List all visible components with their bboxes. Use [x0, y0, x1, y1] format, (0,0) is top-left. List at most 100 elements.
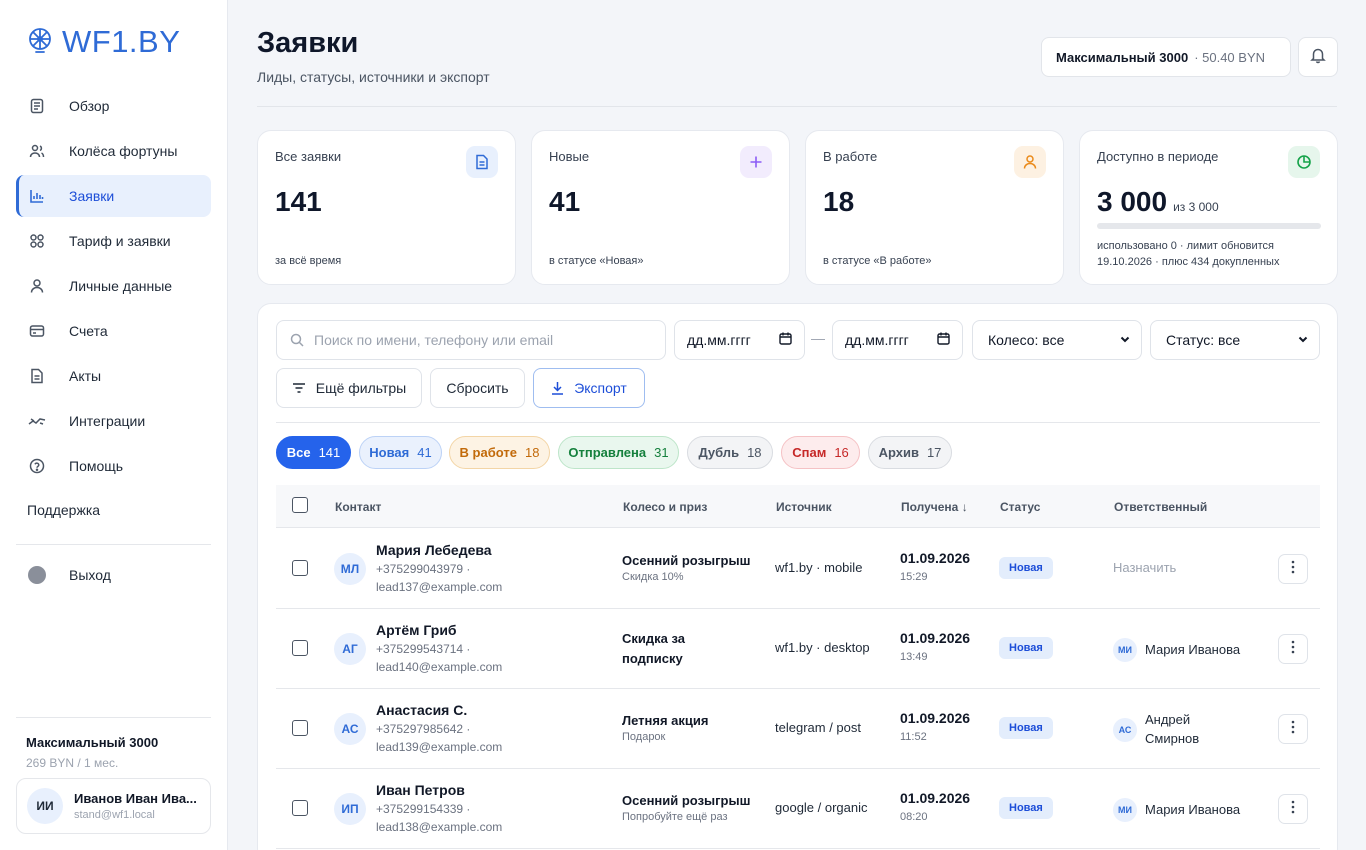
plus-icon [740, 146, 772, 178]
column-header-received[interactable]: Получена ↓ [901, 500, 968, 514]
wheel-name: Осенний розыгрыш [622, 553, 751, 568]
sidebar-item-help[interactable]: Помощь [16, 445, 211, 487]
column-header-contact[interactable]: Контакт [335, 500, 381, 514]
column-header-responsible[interactable]: Ответственный [1114, 500, 1207, 514]
sidebar-item-profile[interactable]: Личные данные [16, 265, 211, 307]
plan-pill[interactable]: Максимальный 3000 · 50.40 BYN [1041, 37, 1291, 77]
more-filters-label: Ещё фильтры [315, 380, 407, 396]
sidebar: WF1.BY Обзор Колёса фортуны Заявки Тариф… [0, 0, 228, 850]
more-vertical-icon [1291, 640, 1295, 659]
chip-in-progress[interactable]: В работе 18 [449, 436, 550, 469]
received-time: 11:52 [900, 731, 927, 743]
chip-label: Все [286, 445, 311, 460]
status-badge[interactable]: Новая [999, 557, 1053, 579]
received-time: 08:20 [900, 811, 928, 823]
stat-value: 141 [275, 186, 322, 217]
search-input[interactable]: Поиск по имени, телефону или email [276, 320, 666, 360]
export-button[interactable]: Экспорт [533, 368, 645, 408]
notifications-button[interactable] [1298, 37, 1338, 77]
chip-sent[interactable]: Отправлена 31 [558, 436, 679, 469]
table-row[interactable]: ИП Иван Петров +375299154339 · lead138@e… [276, 769, 1320, 849]
chip-all[interactable]: Все 141 [276, 436, 351, 469]
contact-name[interactable]: Иван Петров [376, 782, 465, 798]
sidebar-divider [16, 717, 211, 718]
status-badge[interactable]: Новая [999, 717, 1053, 739]
row-checkbox[interactable] [292, 720, 308, 736]
column-header-source[interactable]: Источник [776, 500, 832, 514]
date-range-dash: — [811, 330, 825, 346]
page-title: Заявки [257, 27, 359, 59]
more-filters-button[interactable]: Ещё фильтры [276, 368, 422, 408]
sidebar-item-overview[interactable]: Обзор [16, 85, 211, 127]
status-badge[interactable]: Новая [999, 797, 1053, 819]
table-row[interactable]: АГ Артём Гриб +375299543714 · lead140@ex… [276, 609, 1320, 689]
chip-count: 16 [834, 445, 849, 460]
avatar: АС [334, 713, 366, 745]
responsible-name[interactable]: Мария Иванова [1145, 640, 1255, 659]
row-menu-button[interactable] [1278, 794, 1308, 824]
date-from-input[interactable]: дд.мм.гггг [674, 320, 805, 360]
document-list-icon [28, 97, 46, 115]
sidebar-item-wheels[interactable]: Колёса фортуны [16, 130, 211, 172]
row-menu-button[interactable] [1278, 634, 1308, 664]
row-checkbox[interactable] [292, 560, 308, 576]
table-row[interactable]: АС Анастасия С. +375297985642 · lead139@… [276, 689, 1320, 769]
date-to-input[interactable]: дд.мм.гггг [832, 320, 963, 360]
sidebar-item-tariff[interactable]: Тариф и заявки [16, 220, 211, 262]
user-card[interactable]: ИИ Иванов Иван Ива... stand@wf1.local [16, 778, 211, 834]
row-menu-button[interactable] [1278, 714, 1308, 744]
quota-progress-bar [1097, 223, 1321, 229]
status-badge[interactable]: Новая [999, 637, 1053, 659]
chip-archive[interactable]: Архив 17 [868, 436, 952, 469]
sidebar-item-leads[interactable]: Заявки [16, 175, 211, 217]
column-header-wheel[interactable]: Колесо и приз [623, 500, 707, 514]
contact-name[interactable]: Анастасия С. [376, 702, 467, 718]
file-icon [28, 367, 46, 385]
wheel-select[interactable]: Колесо: все [972, 320, 1142, 360]
responsible-name[interactable]: Андрей Смирнов [1145, 710, 1215, 748]
lead-source: telegram / post [775, 720, 861, 735]
avatar: АГ [334, 633, 366, 665]
date-from-value: дд.мм.гггг [687, 332, 751, 348]
bell-icon [1309, 46, 1327, 69]
users-icon [28, 142, 46, 160]
chip-new[interactable]: Новая 41 [359, 436, 442, 469]
row-menu-button[interactable] [1278, 554, 1308, 584]
logo[interactable]: WF1.BY [26, 24, 180, 60]
table-header: Контакт Колесо и приз Источник Получена … [276, 485, 1320, 528]
chip-spam[interactable]: Спам 16 [781, 436, 860, 469]
contact-name[interactable]: Артём Гриб [376, 622, 457, 638]
contact-email: lead137@example.com [376, 580, 503, 594]
sidebar-item-acts[interactable]: Акты [16, 355, 211, 397]
row-checkbox[interactable] [292, 800, 308, 816]
contact-name[interactable]: Мария Лебедева [376, 542, 492, 558]
avatar: МЛ [334, 553, 366, 585]
sidebar-item-label: Интеграции [69, 413, 146, 429]
responsible-name[interactable]: Мария Иванова [1145, 800, 1255, 819]
download-icon [551, 381, 564, 395]
sidebar-exit: Выход [16, 554, 211, 599]
user-icon [1014, 146, 1046, 178]
page-subtitle: Лиды, статусы, источники и экспорт [257, 69, 490, 85]
row-checkbox[interactable] [292, 640, 308, 656]
column-header-status[interactable]: Статус [1000, 500, 1040, 514]
received-date: 01.09.2026 [900, 710, 971, 726]
assign-link[interactable]: Назначить [1113, 560, 1176, 575]
status-select[interactable]: Статус: все [1150, 320, 1320, 360]
sidebar-item-invoices[interactable]: Счета [16, 310, 211, 352]
sidebar-item-integrations[interactable]: Интеграции [16, 400, 211, 442]
chip-label: Дубль [698, 445, 740, 460]
contact-email: lead138@example.com [376, 820, 503, 834]
table-row[interactable]: МЛ Мария Лебедева +375299043979 · lead13… [276, 529, 1320, 609]
link-icon [28, 412, 46, 430]
stat-foot: использовано 0 · лимит обновится 19.10.2… [1097, 238, 1279, 270]
stat-value: 41 [549, 186, 581, 217]
contact-phone: +375299543714 · [376, 642, 471, 656]
logout-button[interactable]: Выход [16, 554, 211, 596]
select-all-checkbox[interactable] [292, 497, 308, 513]
header-divider [257, 106, 1337, 107]
chip-duplicate[interactable]: Дубль 18 [687, 436, 773, 469]
sidebar-support-link[interactable]: Поддержка [27, 502, 100, 518]
reset-button[interactable]: Сбросить [430, 368, 525, 408]
calendar-icon [779, 332, 792, 348]
